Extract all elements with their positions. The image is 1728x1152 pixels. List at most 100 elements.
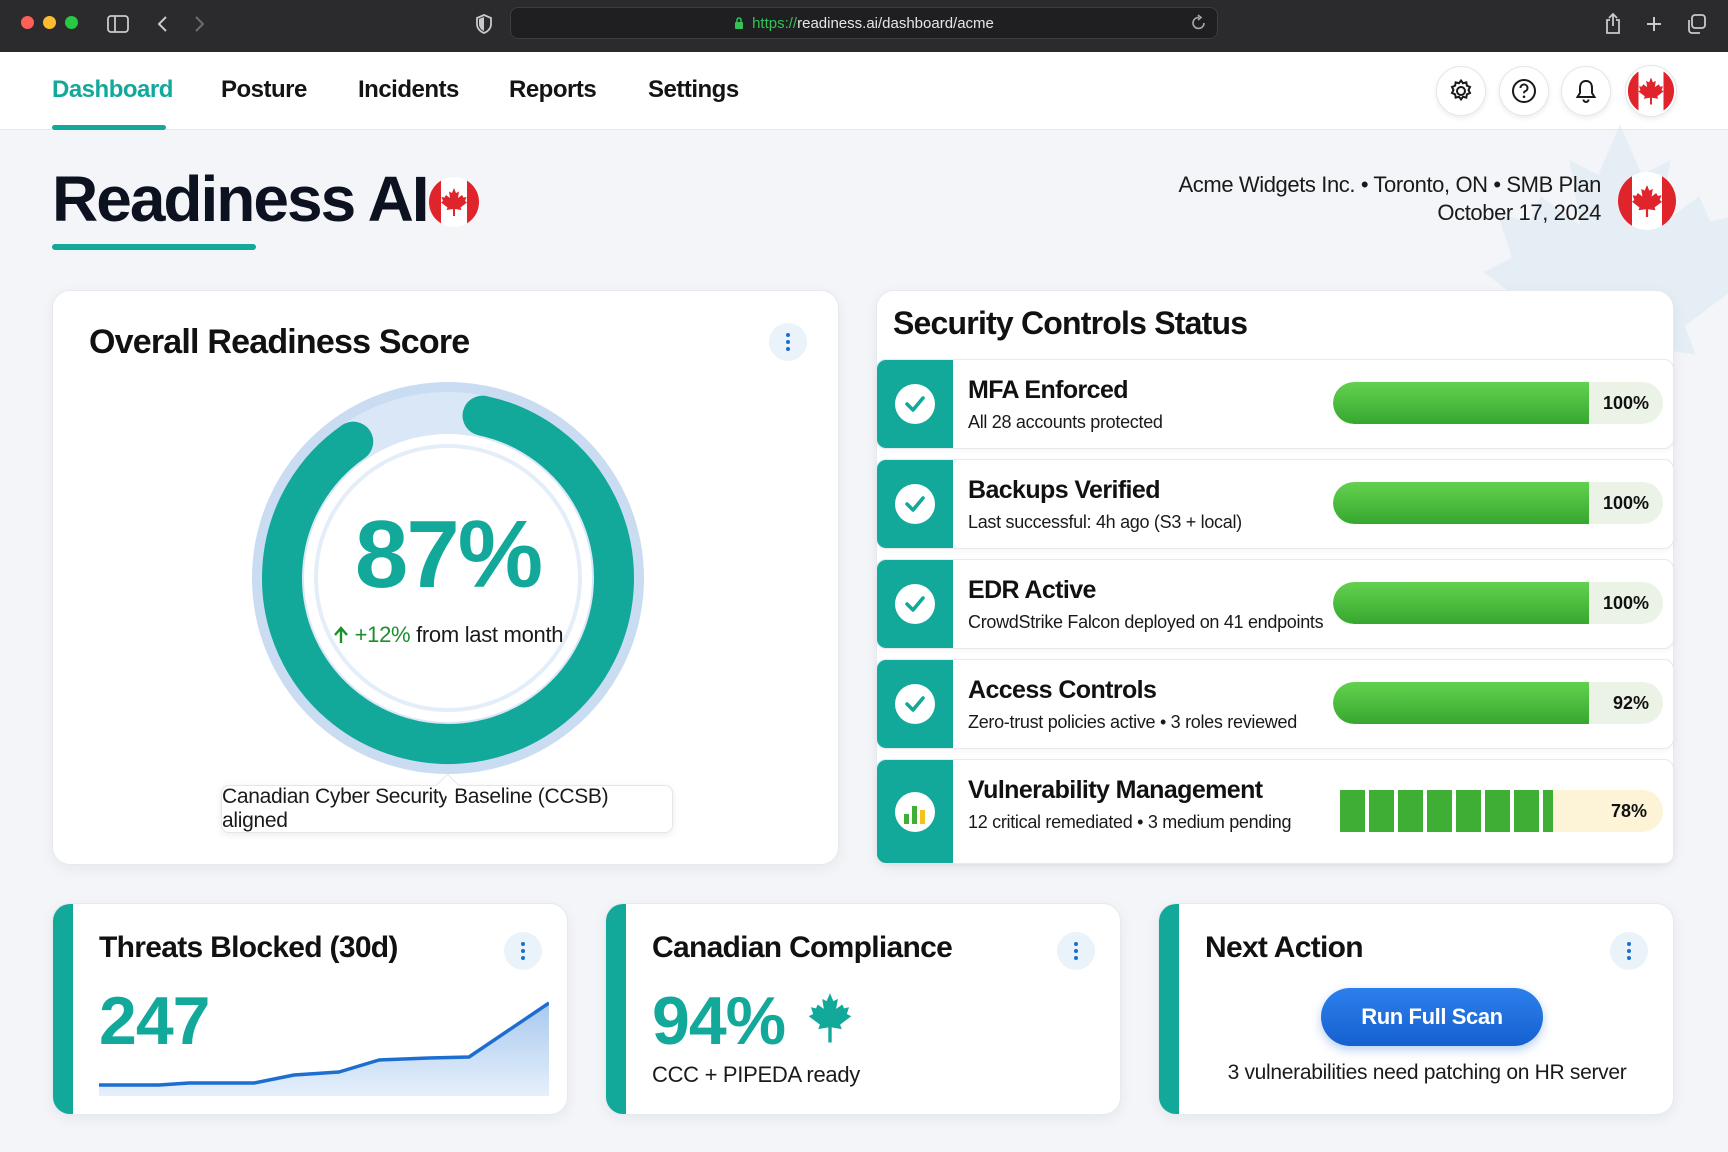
url-scheme: https://: [752, 14, 798, 32]
tab-overview-icon[interactable]: [1682, 10, 1710, 38]
control-row-mfa[interactable]: MFA Enforced All 28 accounts protected 1…: [876, 359, 1674, 449]
progress-segment: [1485, 790, 1510, 832]
tab-incidents[interactable]: Incidents: [358, 76, 459, 104]
tab-posture[interactable]: Posture: [221, 76, 307, 104]
more-options-icon[interactable]: [1057, 932, 1095, 970]
tab-settings[interactable]: Settings: [648, 76, 739, 104]
segmented-progress-bar: [1340, 790, 1588, 832]
control-progress-fill: [1333, 682, 1589, 724]
more-options-icon[interactable]: [504, 932, 542, 970]
control-row-access[interactable]: Access Controls Zero-trust policies acti…: [876, 659, 1674, 749]
next-action-note: 3 vulnerabilities need patching on HR se…: [1227, 1061, 1627, 1084]
tab-reports[interactable]: Reports: [509, 76, 597, 104]
control-description: Zero-trust policies active • 3 roles rev…: [968, 712, 1297, 732]
control-percent: 100%: [1602, 393, 1649, 413]
more-options-icon[interactable]: [1610, 932, 1648, 970]
browser-toolbar: https://readiness.ai/dashboard/acme: [0, 0, 1728, 52]
control-progress-fill: [1333, 482, 1589, 524]
threats-sparkline: [99, 1001, 549, 1096]
arrow-up-icon: [333, 626, 348, 643]
control-progress-bar: 92%: [1333, 682, 1663, 724]
canada-flag-icon: [1618, 172, 1676, 230]
canadian-compliance-card: Canadian Compliance 94% CCC + PIPEDA rea…: [605, 903, 1121, 1115]
card-title: Threats Blocked (30d): [99, 931, 398, 964]
settings-button[interactable]: [1436, 66, 1486, 116]
score-delta: +12% from last month: [250, 622, 646, 648]
compliance-subtext: CCC + PIPEDA ready: [652, 1062, 860, 1087]
card-title: Security Controls Status: [893, 305, 1248, 341]
control-row-backups[interactable]: Backups Verified Last successful: 4h ago…: [876, 459, 1674, 549]
page-title: Readiness AI: [52, 163, 430, 235]
privacy-shield-icon[interactable]: [470, 10, 498, 38]
card-title: Next Action: [1205, 931, 1364, 964]
notifications-button[interactable]: [1561, 66, 1611, 116]
check-icon: [895, 584, 935, 624]
bar-chart-icon: [895, 791, 935, 832]
control-description: All 28 accounts protected: [968, 412, 1163, 432]
score-value: 87%: [354, 501, 543, 608]
progress-segment: [1456, 790, 1481, 832]
progress-segment: [1514, 790, 1539, 832]
control-status-strip: [877, 460, 953, 548]
control-row-vulnerability[interactable]: Vulnerability Management 12 critical rem…: [876, 759, 1674, 864]
score-delta-value: +12%: [354, 622, 411, 647]
new-tab-icon[interactable]: [1640, 10, 1668, 38]
help-icon: [1512, 79, 1536, 103]
card-accent-stripe: [606, 904, 626, 1114]
control-status-strip: [877, 560, 953, 648]
help-button[interactable]: [1499, 66, 1549, 116]
control-progress-bar: 100%: [1333, 582, 1663, 624]
maple-leaf-icon: [808, 993, 852, 1043]
back-icon[interactable]: [148, 10, 176, 38]
check-icon: [895, 684, 935, 724]
score-delta-suffix: from last month: [410, 622, 564, 647]
card-title: Canadian Compliance: [652, 931, 953, 964]
canada-flag-icon: [429, 177, 479, 227]
url-text: readiness.ai/dashboard/acme: [797, 14, 994, 32]
forward-icon[interactable]: [186, 10, 214, 38]
progress-segment: [1369, 790, 1394, 832]
active-tab-indicator: [52, 125, 166, 130]
zoom-window-button[interactable]: [65, 16, 78, 29]
address-bar[interactable]: https://readiness.ai/dashboard/acme: [510, 7, 1218, 39]
progress-segment: [1398, 790, 1423, 832]
sidebar-toggle-icon[interactable]: [104, 10, 132, 38]
progress-segment: [1340, 790, 1365, 832]
control-percent: 100%: [1602, 493, 1649, 513]
share-icon[interactable]: [1599, 10, 1627, 38]
control-progress-bar: 100%: [1333, 482, 1663, 524]
bell-icon: [1575, 79, 1597, 103]
control-status-strip: [877, 660, 953, 748]
card-accent-stripe: [53, 904, 73, 1114]
next-action-card: Next Action Run Full Scan 3 vulnerabilit…: [1158, 903, 1674, 1115]
lock-icon: [735, 17, 744, 29]
control-description: 12 critical remediated • 3 medium pendin…: [968, 812, 1292, 832]
threats-blocked-card: Threats Blocked (30d) 247: [52, 903, 568, 1115]
control-percent: 78%: [1553, 790, 1663, 832]
control-name: EDR Active: [968, 576, 1096, 604]
control-name: MFA Enforced: [968, 376, 1129, 404]
baseline-tag: Canadian Cyber Security Baseline (CCSB) …: [221, 785, 673, 833]
progress-segment: [1427, 790, 1452, 832]
gear-icon: [1450, 78, 1472, 102]
title-underline: [52, 244, 256, 250]
card-title: Overall Readiness Score: [89, 323, 470, 361]
control-name: Backups Verified: [968, 476, 1160, 504]
control-percent: 100%: [1602, 593, 1649, 613]
control-name: Vulnerability Management: [968, 776, 1263, 804]
control-name: Access Controls: [968, 676, 1157, 704]
reload-icon[interactable]: [1191, 14, 1207, 32]
control-description: CrowdStrike Falcon deployed on 41 endpoi…: [968, 612, 1324, 632]
control-progress-fill: [1333, 382, 1589, 424]
control-row-edr[interactable]: EDR Active CrowdStrike Falcon deployed o…: [876, 559, 1674, 649]
control-status-strip: [877, 760, 953, 863]
tab-dashboard[interactable]: Dashboard: [52, 76, 173, 104]
more-options-icon[interactable]: [769, 323, 807, 361]
run-full-scan-button[interactable]: Run Full Scan: [1321, 988, 1543, 1046]
minimize-window-button[interactable]: [43, 16, 56, 29]
control-status-strip: [877, 360, 953, 448]
close-window-button[interactable]: [21, 16, 34, 29]
control-description: Last successful: 4h ago (S3 + local): [968, 512, 1242, 532]
check-icon: [895, 484, 935, 524]
check-icon: [895, 384, 935, 424]
